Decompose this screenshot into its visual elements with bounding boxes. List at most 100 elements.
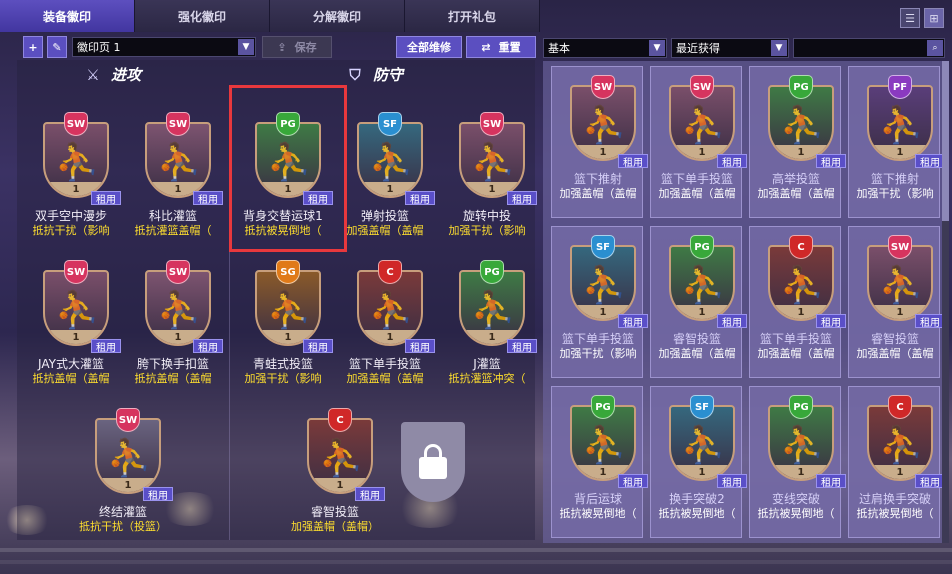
badge-search-input[interactable]	[794, 39, 924, 57]
scrollbar-thumb[interactable]	[942, 61, 949, 221]
inventory-badge-slot[interactable]: ⛹ 1 PG 租用 背后运球 抵抗被晃倒地（	[551, 386, 648, 538]
offense-header: ⚔ 进攻	[83, 64, 141, 85]
badge-description: 抵抗干扰（影响	[32, 224, 110, 237]
equipped-badges-panel: ⚔ 进攻 ⛉ 防守 ⛹ 1 SW 租用 双手空中漫步 抵抗干扰（影响 ⛹ 1 SW 租用 科比灌篮抵…	[17, 60, 537, 540]
rent-tag: 租用	[618, 474, 648, 489]
inventory-badge-slot[interactable]: ⛹ 1 PF 租用 篮下推射 加强干扰（影响	[848, 66, 945, 218]
player-figure-icon: ⛹	[680, 265, 726, 306]
badge-description: 加强干扰（影响	[448, 224, 526, 237]
badge-card[interactable]: ⛹ 1 SW 租用 篮下推射 加强盖帽（盖帽	[548, 67, 648, 201]
search-icon[interactable]: ⌕	[927, 40, 943, 56]
badge-card[interactable]: ⛹ 1 PG 租用 背身交替运球1 抵抗被晃倒地（	[233, 104, 333, 238]
position-badge: PG	[690, 235, 714, 259]
reset-button[interactable]: ⇄ 重置	[466, 36, 536, 58]
badge-card[interactable]: ⛹ 1 C 租用 过肩换手突破 抵抗被晃倒地（	[845, 387, 945, 521]
list-icon: ☰	[905, 11, 915, 25]
inventory-badge-slot[interactable]: ⛹ 1 PG 租用 高举投篮 加强盖帽（盖帽	[749, 66, 846, 218]
badge-card[interactable]: ⛹ 1 PG 租用 背后运球 抵抗被晃倒地（	[548, 387, 648, 521]
filter-value: 基本	[548, 42, 570, 55]
rent-tag: 租用	[405, 191, 435, 206]
badge-filter-select[interactable]: 基本 ▼	[543, 38, 667, 58]
tab-disassemble-badges[interactable]: 分解徽印	[270, 0, 405, 32]
badge-card[interactable]: ⛹ 1 C 租用 篮下单手投篮 加强盖帽（盖帽	[335, 252, 435, 386]
court-stripe	[0, 548, 952, 552]
badge-card[interactable]: ⛹ 1 PG 租用 变线突破 抵抗被晃倒地（	[746, 387, 846, 521]
badge-description: 抵抗被晃倒地（	[658, 507, 736, 520]
rent-tag: 租用	[816, 474, 846, 489]
badge-card[interactable]: ⛹ 1 PG 租用 高举投篮 加强盖帽（盖帽	[746, 67, 846, 201]
player-figure-icon: ⛹	[470, 290, 516, 331]
inventory-badge-slot[interactable]: ⛹ 1 SW 租用 篮下推射 加强盖帽（盖帽	[551, 66, 648, 218]
badge-card[interactable]: ⛹ 1 PG 租用 J灌篮 抵抗灌篮冲突（	[437, 252, 537, 386]
position-badge: PG	[276, 112, 300, 136]
player-figure-icon: ⛹	[680, 105, 726, 146]
plus-icon: +	[28, 40, 38, 54]
badge-description: 加强盖帽（盖帽	[757, 347, 835, 360]
tab-upgrade-badges[interactable]: 强化徽印	[135, 0, 270, 32]
badge-card[interactable]: ⛹ 1 SF 租用 篮下单手投篮 加强干扰（影响	[548, 227, 648, 361]
inventory-badge-slot[interactable]: ⛹ 1 SW 租用 睿智投篮 加强盖帽（盖帽	[848, 226, 945, 378]
inventory-scrollbar[interactable]	[942, 61, 949, 543]
badge-sort-select[interactable]: 最近获得 ▼	[671, 38, 789, 58]
repair-all-button[interactable]: 全部维修	[396, 36, 462, 58]
badge-description: 加强盖帽（盖帽	[559, 187, 637, 200]
badge-card[interactable]: ⛹ 1 SF 租用 弹射投篮 加强盖帽（盖帽	[335, 104, 435, 238]
locked-slot[interactable]	[401, 422, 465, 502]
tab-equip-badges[interactable]: 装备徽印	[0, 0, 135, 32]
grid-view-button[interactable]: ⊞	[924, 8, 944, 28]
tab-open-packs[interactable]: 打开礼包	[405, 0, 540, 32]
sort-value: 最近获得	[676, 42, 720, 55]
inventory-badge-slot[interactable]: ⛹ 1 SF 租用 篮下单手投篮 加强干扰（影响	[551, 226, 648, 378]
badge-description: 抵抗被晃倒地（	[757, 507, 835, 520]
badge-card[interactable]: ⛹ 1 SW 租用 胯下换手扣篮 抵抗盖帽（盖帽	[123, 252, 223, 386]
inventory-badge-slot[interactable]: ⛹ 1 PG 租用 睿智投篮 加强盖帽（盖帽	[650, 226, 747, 378]
position-badge: SW	[64, 112, 88, 136]
badge-card[interactable]: ⛹ 1 SW 租用 终结灌篮 抵抗干扰（投篮）	[73, 400, 173, 534]
badge-card[interactable]: ⛹ 1 PG 租用 睿智投篮 加强盖帽（盖帽	[647, 227, 747, 361]
inventory-badge-slot[interactable]: ⛹ 1 C 租用 篮下单手投篮 加强盖帽（盖帽	[749, 226, 846, 378]
player-figure-icon: ⛹	[54, 142, 100, 183]
badge-card[interactable]: ⛹ 1 SW 租用 睿智投篮 加强盖帽（盖帽	[845, 227, 945, 361]
player-figure-icon: ⛹	[106, 438, 152, 479]
position-badge: SW	[64, 260, 88, 284]
rent-tag: 租用	[816, 154, 846, 169]
badge-card[interactable]: ⛹ 1 SW 租用 双手空中漫步 抵抗干扰（影响	[21, 104, 121, 238]
add-page-button[interactable]: +	[23, 36, 43, 58]
badge-card[interactable]: ⛹ 1 PF 租用 篮下推射 加强干扰（影响	[845, 67, 945, 201]
rent-tag: 租用	[816, 314, 846, 329]
badge-card[interactable]: ⛹ 1 SW 租用 篮下单手投篮 加强盖帽（盖帽	[647, 67, 747, 201]
position-badge: PG	[789, 395, 813, 419]
badge-description: 加强干扰（影响	[244, 372, 322, 385]
offense-title: 进攻	[111, 66, 142, 84]
badge-card[interactable]: ⛹ 1 SF 租用 换手突破2 抵抗被晃倒地（	[647, 387, 747, 521]
rent-tag: 租用	[618, 154, 648, 169]
badge-card[interactable]: ⛹ 1 SW 租用 科比灌篮 抵抗灌篮盖帽（	[123, 104, 223, 238]
badge-card[interactable]: ⛹ 1 C 租用 睿智投篮 加强盖帽（盖帽）	[285, 400, 385, 534]
rent-tag: 租用	[717, 314, 747, 329]
badge-card[interactable]: ⛹ 1 SG 租用 青蛙式投篮 加强干扰（影响	[233, 252, 333, 386]
inventory-badge-slot[interactable]: ⛹ 1 SF 租用 换手突破2 抵抗被晃倒地（	[650, 386, 747, 538]
badge-card[interactable]: ⛹ 1 C 租用 篮下单手投篮 加强盖帽（盖帽	[746, 227, 846, 361]
player-figure-icon: ⛹	[581, 265, 627, 306]
view-toggle: ☰ ⊞	[900, 8, 944, 28]
badge-page-select[interactable]: 徽印页 1 ▼	[72, 37, 256, 57]
inventory-badge-slot[interactable]: ⛹ 1 PG 租用 变线突破 抵抗被晃倒地（	[749, 386, 846, 538]
position-badge: SF	[591, 235, 615, 259]
position-badge: SF	[378, 112, 402, 136]
position-badge: SW	[480, 112, 504, 136]
crossed-swords-icon: ⚔	[86, 65, 100, 84]
chevron-down-icon: ▼	[238, 39, 254, 55]
save-button[interactable]: ⇪ 保存	[262, 36, 332, 58]
rent-tag: 租用	[303, 191, 333, 206]
badge-inventory-grid: ⛹ 1 SW 租用 篮下推射 加强盖帽（盖帽 ⛹ 1 SW 租用 篮下单手投篮 加强盖帽（盖帽 ⛹ 1 PG…	[543, 61, 945, 543]
list-view-button[interactable]: ☰	[900, 8, 920, 28]
inventory-badge-slot[interactable]: ⛹ 1 SW 租用 篮下单手投篮 加强盖帽（盖帽	[650, 66, 747, 218]
rename-page-button[interactable]: ✎	[47, 36, 67, 58]
position-badge: PF	[888, 75, 912, 99]
inventory-badge-slot[interactable]: ⛹ 1 C 租用 过肩换手突破 抵抗被晃倒地（	[848, 386, 945, 538]
rent-tag: 租用	[405, 339, 435, 354]
badge-card[interactable]: ⛹ 1 SW 租用 旋转中投 加强干扰（影响	[437, 104, 537, 238]
badge-card[interactable]: ⛹ 1 SW 租用 JAY式大灌篮 抵抗盖帽（盖帽	[21, 252, 121, 386]
position-badge: C	[378, 260, 402, 284]
player-figure-icon: ⛹	[54, 290, 100, 331]
